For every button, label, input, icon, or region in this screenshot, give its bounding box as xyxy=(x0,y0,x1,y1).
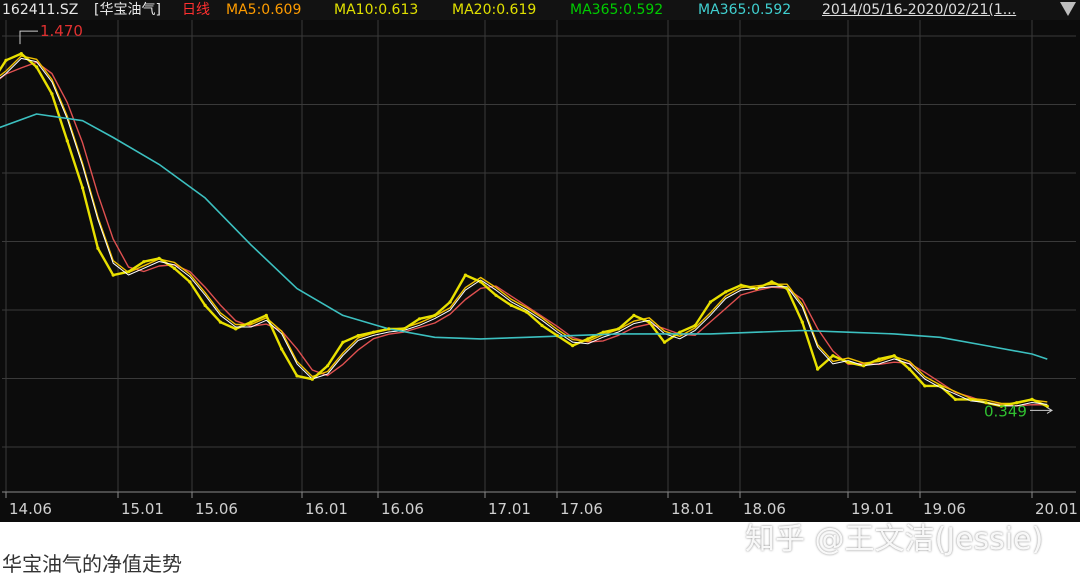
x-tick-label: 16.01 xyxy=(305,500,348,518)
price-point xyxy=(356,334,360,338)
price-point xyxy=(157,256,161,260)
price-point xyxy=(770,280,774,284)
price-point xyxy=(295,374,299,378)
x-tick-label: 18.01 xyxy=(671,500,714,518)
price-point xyxy=(310,377,314,381)
price-point xyxy=(754,287,759,291)
ma365-label-2: MA365:0.592 xyxy=(698,2,792,18)
price-point xyxy=(969,397,973,401)
ma20-label: MA20:0.619 xyxy=(452,2,537,18)
price-point xyxy=(938,384,942,388)
ma365-label-1: MA365:0.592 xyxy=(570,2,664,18)
price-point xyxy=(923,384,927,388)
price-point xyxy=(693,323,697,328)
price-point xyxy=(509,303,513,307)
period-label[interactable]: 日线 xyxy=(182,0,210,20)
chart-header: 162411.SZ [华宝油气] 日线 MA5:0.609 MA10:0.613… xyxy=(0,0,1080,20)
price-point xyxy=(494,293,498,297)
price-point xyxy=(862,364,866,368)
price-point xyxy=(953,397,958,401)
min-arrow xyxy=(1030,406,1053,414)
price-point xyxy=(586,337,590,341)
price-point xyxy=(65,139,69,143)
price-point xyxy=(816,367,820,371)
price-point xyxy=(463,273,467,277)
ma365-line xyxy=(0,113,1048,360)
price-point xyxy=(326,364,330,368)
chart-panel: 162411.SZ [华宝油气] 日线 MA5:0.609 MA10:0.613… xyxy=(0,0,1080,522)
price-point xyxy=(571,344,575,348)
price-point xyxy=(1030,397,1034,401)
price-point xyxy=(81,186,85,190)
price-point xyxy=(785,287,789,291)
price-point xyxy=(662,340,667,344)
fund-name: [华宝油气] xyxy=(94,2,161,18)
x-tick-label: 15.01 xyxy=(121,500,164,518)
price-point xyxy=(96,246,100,250)
price-point xyxy=(433,313,437,317)
price-point xyxy=(371,330,376,334)
max-arrow xyxy=(19,30,38,45)
price-point xyxy=(341,340,345,344)
price-point xyxy=(172,266,176,270)
dropdown-icon[interactable] xyxy=(1060,2,1076,16)
price-point xyxy=(877,357,881,361)
ma20-line xyxy=(0,61,1048,407)
price-point xyxy=(846,360,850,364)
price-point xyxy=(525,310,529,314)
max-label: 1.470 xyxy=(40,22,83,40)
price-point xyxy=(188,280,192,284)
price-point xyxy=(387,327,391,331)
watermark: 知乎 @王文洁(Jessie) xyxy=(745,522,1044,557)
price-point xyxy=(831,354,835,358)
price-point xyxy=(448,300,452,304)
price-point xyxy=(616,327,621,331)
price-point xyxy=(678,330,682,334)
price-point xyxy=(907,367,912,371)
price-point xyxy=(142,260,146,264)
price-point xyxy=(234,327,238,331)
plot-area: 14.06 15.01 15.06 16.01 16.06 17.01 17.06 18.01… xyxy=(0,20,1078,518)
ma10-label: MA10:0.613 xyxy=(334,2,419,18)
price-point xyxy=(218,320,222,324)
price-point xyxy=(50,92,54,96)
x-tick-label: 17.06 xyxy=(560,500,603,518)
price-point xyxy=(601,330,605,334)
ma10-line xyxy=(0,55,1048,405)
price-point xyxy=(632,313,636,317)
price-point xyxy=(4,58,8,62)
price-point xyxy=(249,320,253,324)
date-range[interactable]: 2014/05/16-2020/02/21(1... xyxy=(822,0,1016,20)
price-point xyxy=(402,327,406,331)
x-tick-label: 17.01 xyxy=(488,500,531,518)
price-point xyxy=(647,320,651,324)
price-point xyxy=(800,320,804,324)
price-point xyxy=(708,300,713,304)
price-point xyxy=(203,303,207,307)
min-label: 0.349 xyxy=(984,402,1027,420)
x-tick-label: 16.06 xyxy=(381,500,424,518)
price-point xyxy=(540,323,544,328)
price-point xyxy=(739,283,743,287)
price-point xyxy=(417,317,422,321)
price-line xyxy=(0,52,1048,408)
price-point xyxy=(479,280,483,284)
price-point xyxy=(111,273,115,277)
figure-caption: 华宝油气的净值走势 xyxy=(2,552,182,576)
ma5-label: MA5:0.609 xyxy=(226,2,302,18)
x-tick-label: 15.06 xyxy=(195,500,238,518)
price-point xyxy=(892,354,896,358)
price-point xyxy=(19,52,23,56)
price-point xyxy=(280,347,284,351)
x-tick-label: 14.06 xyxy=(9,500,52,518)
ma5-line xyxy=(0,57,1048,407)
price-point xyxy=(126,270,131,274)
fund-code: 162411.SZ xyxy=(2,2,79,18)
price-point xyxy=(555,334,559,338)
price-point xyxy=(264,313,268,317)
price-point xyxy=(724,290,728,294)
price-point xyxy=(35,65,39,69)
